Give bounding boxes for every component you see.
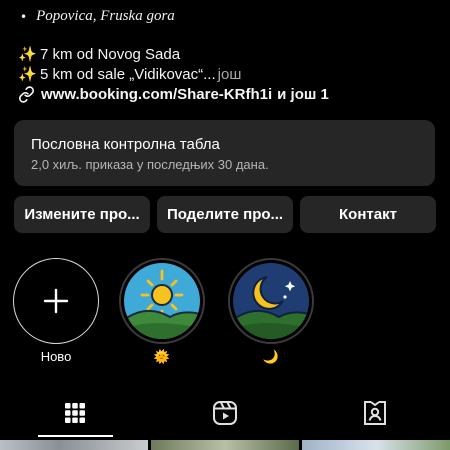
post-thumbnail[interactable] xyxy=(302,440,450,450)
moon-icon xyxy=(233,263,309,339)
tagged-icon xyxy=(364,401,386,425)
highlight-ring[interactable] xyxy=(119,258,205,344)
sparkles-icon: ✨ xyxy=(18,66,37,83)
location-text: Popovica, Fruska gora xyxy=(36,8,175,24)
highlight-new[interactable]: Ново xyxy=(12,258,100,365)
sparkles-icon: ✨ xyxy=(18,46,37,63)
plus-icon xyxy=(43,288,69,314)
bio-text: 5 km od sale „Vidikovac“... xyxy=(40,65,216,83)
share-profile-button[interactable]: Поделите про... xyxy=(157,196,293,233)
more-link[interactable]: још xyxy=(218,66,242,83)
bullet-icon: • xyxy=(20,9,28,24)
reels-icon xyxy=(213,401,237,425)
highlight-ring[interactable] xyxy=(13,258,99,344)
active-tab-indicator xyxy=(38,435,113,437)
tab-tagged[interactable] xyxy=(300,390,450,436)
post-thumbnail[interactable] xyxy=(0,440,148,450)
sun-icon xyxy=(124,263,200,339)
tab-reels[interactable] xyxy=(150,390,300,436)
highlight-ring[interactable] xyxy=(228,258,314,344)
profile-action-buttons: Измените про... Поделите про... Контакт xyxy=(14,196,436,234)
tab-posts-grid[interactable] xyxy=(0,390,150,436)
highlight-label: 🌙 xyxy=(262,349,280,364)
highlight-label: 🌞 xyxy=(153,349,171,364)
link-icon xyxy=(19,86,34,103)
dashboard-subtitle: 2,0 хиљ. приказа у последњих 30 дана. xyxy=(31,157,269,172)
location-line: • Popovica, Fruska gora xyxy=(20,8,175,25)
dashboard-title: Пословна контролна табла xyxy=(31,136,220,153)
website-link[interactable]: www.booking.com/Share-KRfh1i xyxy=(41,86,272,103)
posts-grid-preview xyxy=(0,440,450,450)
highlight-sun[interactable]: 🌞 xyxy=(118,258,206,365)
highlight-moon[interactable]: 🌙 xyxy=(227,258,315,365)
professional-dashboard-card[interactable]: Пословна контролна табла 2,0 хиљ. приказ… xyxy=(14,120,435,186)
contact-button[interactable]: Контакт xyxy=(300,196,436,233)
bio-link-line[interactable]: www.booking.com/Share-KRfh1i и још 1 xyxy=(18,86,329,103)
grid-icon xyxy=(65,403,85,423)
bio-line-distance-venue: ✨ 5 km od sale „Vidikovac“... још xyxy=(18,65,242,84)
highlight-label: Ново xyxy=(40,349,72,364)
bio-text: 7 km od Novog Sada xyxy=(40,45,181,63)
edit-profile-button[interactable]: Измените про... xyxy=(14,196,150,233)
profile-tabs xyxy=(0,390,450,438)
more-links[interactable]: и још 1 xyxy=(277,86,329,103)
bio-line-distance-city: ✨ 7 km od Novog Sada xyxy=(18,45,181,64)
post-thumbnail[interactable] xyxy=(151,440,299,450)
